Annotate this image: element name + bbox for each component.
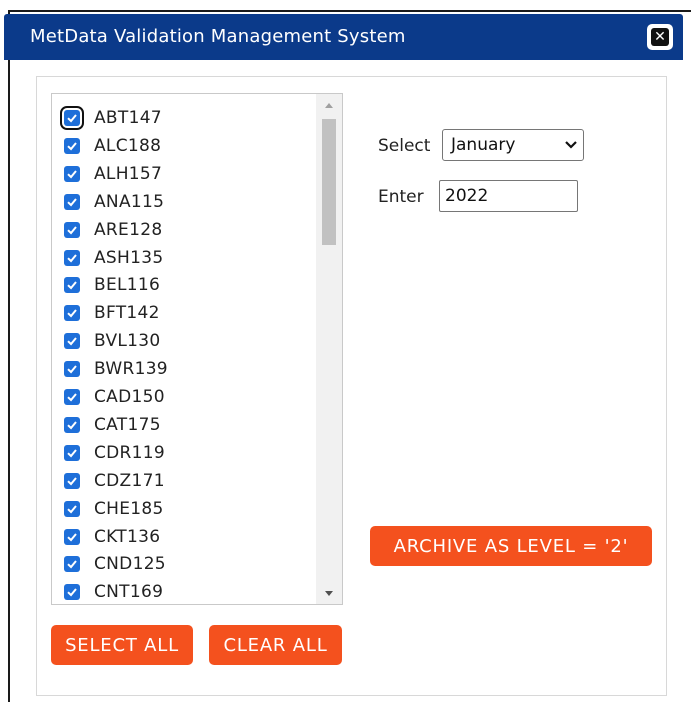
archive-level-2-button[interactable]: ARCHIVE AS LEVEL = '2'	[370, 526, 652, 566]
station-label: BFT142	[94, 303, 160, 324]
station-item[interactable]: ANA115	[64, 189, 164, 215]
station-item[interactable]: CAT175	[64, 412, 161, 438]
station-label: CKT136	[94, 526, 161, 547]
station-label: CNT169	[94, 582, 164, 603]
station-item[interactable]: CAD150	[64, 384, 165, 410]
station-item[interactable]: BVL130	[64, 328, 161, 354]
station-list[interactable]: ABT147 ALC188 ALH157 ANA115 ARE128 ASH135 BEL1…	[51, 93, 343, 605]
station-label: CND125	[94, 554, 166, 575]
station-checkbox[interactable]	[64, 193, 80, 210]
station-checkbox[interactable]	[64, 361, 80, 378]
station-label: ABT147	[94, 108, 162, 128]
chevron-down-icon	[559, 141, 583, 149]
list-scrollbar[interactable]	[316, 94, 342, 604]
station-item[interactable]: CND125	[64, 551, 166, 577]
station-item[interactable]: CNT169	[64, 579, 164, 604]
station-item[interactable]: ABT147	[60, 105, 162, 131]
station-label: BWR139	[94, 359, 168, 380]
select-all-button[interactable]: SELECT ALL	[51, 625, 193, 665]
station-label: CHE185	[94, 498, 164, 519]
station-label: BVL130	[94, 331, 161, 352]
station-checkbox[interactable]	[64, 137, 80, 154]
station-item[interactable]: CKT136	[64, 524, 160, 550]
station-checkbox[interactable]	[64, 277, 80, 294]
scroll-up-arrow[interactable]	[316, 96, 342, 114]
station-label: CDZ171	[94, 470, 165, 491]
enter-year-label: Enter	[378, 187, 424, 207]
month-select[interactable]: January	[442, 129, 584, 161]
station-checkbox[interactable]	[64, 528, 80, 545]
station-label: ALH157	[94, 163, 163, 184]
scroll-thumb[interactable]	[322, 119, 336, 245]
station-label: ASH135	[94, 247, 164, 268]
station-label: ANA115	[94, 191, 165, 212]
station-label: CAT175	[94, 414, 161, 435]
station-checkbox[interactable]	[64, 165, 80, 182]
station-checkbox[interactable]	[60, 106, 84, 130]
station-label: CDR119	[94, 442, 166, 463]
station-checkbox[interactable]	[64, 472, 80, 489]
scroll-down-arrow[interactable]	[316, 584, 342, 602]
station-item[interactable]: CDR119	[64, 440, 165, 466]
station-checkbox[interactable]	[64, 305, 80, 322]
station-label: ALC188	[94, 135, 162, 156]
clear-all-button[interactable]: CLEAR ALL	[209, 625, 342, 665]
station-item[interactable]: ARE128	[64, 217, 162, 243]
station-checkbox[interactable]	[64, 416, 80, 433]
station-label: BEL116	[94, 275, 161, 296]
station-checkbox[interactable]	[64, 444, 80, 461]
station-item[interactable]: BFT142	[64, 300, 160, 326]
station-checkbox[interactable]	[64, 333, 80, 350]
station-label: CAD150	[94, 387, 165, 407]
month-select-value: January	[451, 135, 516, 155]
title-bar: MetData Validation Management System ✕	[4, 14, 683, 60]
station-checkbox[interactable]	[64, 500, 80, 517]
station-item[interactable]: ALC188	[64, 133, 161, 159]
station-checkbox[interactable]	[64, 249, 80, 266]
station-item[interactable]: BWR139	[64, 356, 168, 382]
station-item[interactable]: CDZ171	[64, 468, 165, 494]
close-button[interactable]: ✕	[647, 24, 673, 50]
station-item[interactable]: ASH135	[64, 245, 163, 271]
station-checkbox[interactable]	[64, 584, 80, 601]
station-checkbox[interactable]	[64, 221, 80, 238]
select-month-label: Select	[378, 136, 431, 156]
station-label: ARE128	[94, 219, 163, 240]
station-item[interactable]: BEL116	[64, 272, 160, 298]
year-input[interactable]: 2022	[439, 180, 578, 212]
station-item[interactable]: ALH157	[64, 161, 162, 187]
station-checkbox[interactable]	[64, 389, 80, 405]
close-icon: ✕	[651, 28, 669, 46]
station-checkbox[interactable]	[64, 556, 80, 573]
station-item[interactable]: CHE185	[64, 496, 164, 522]
window-title: MetData Validation Management System	[30, 26, 406, 47]
